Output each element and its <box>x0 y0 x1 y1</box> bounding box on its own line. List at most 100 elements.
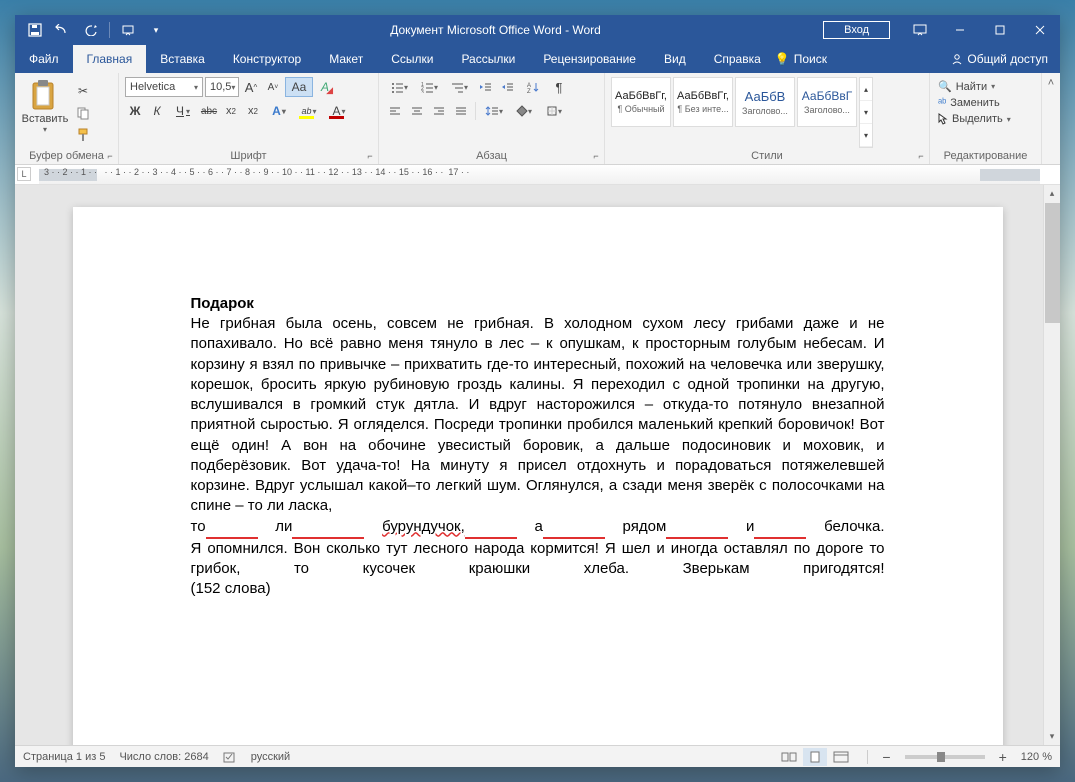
format-painter-icon[interactable] <box>73 125 93 145</box>
language-indicator[interactable]: русский <box>251 751 290 763</box>
share-button[interactable]: Общий доступ <box>951 52 1048 66</box>
save-icon[interactable] <box>23 18 47 42</box>
word-count[interactable]: Число слов: 2684 <box>119 751 208 763</box>
share-label: Общий доступ <box>967 52 1048 66</box>
zoom-out-icon[interactable]: − <box>882 749 890 765</box>
cut-icon[interactable]: ✂ <box>73 81 93 101</box>
document-area[interactable]: Подарок Не грибная была осень, совсем не… <box>15 185 1060 745</box>
strike-button[interactable]: abc <box>199 101 219 121</box>
tab-layout[interactable]: Макет <box>315 45 377 73</box>
superscript-button[interactable]: x2 <box>243 101 263 121</box>
tab-references[interactable]: Ссылки <box>377 45 447 73</box>
minimize-button[interactable] <box>940 15 980 45</box>
close-button[interactable] <box>1020 15 1060 45</box>
search-icon: 🔍 <box>938 80 952 93</box>
font-name-select[interactable]: Helvetica▾ <box>125 77 203 97</box>
align-center-icon[interactable] <box>407 101 427 121</box>
ribbon-options-icon[interactable] <box>900 15 940 45</box>
clipboard-dialog-icon[interactable]: ⌐ <box>104 150 116 162</box>
tab-help[interactable]: Справка <box>700 45 775 73</box>
tab-insert[interactable]: Вставка <box>146 45 219 73</box>
bullets-button[interactable]: ▾ <box>385 77 413 97</box>
tab-review[interactable]: Рецензирование <box>529 45 650 73</box>
tab-view[interactable]: Вид <box>650 45 700 73</box>
svg-text:Z: Z <box>527 89 531 93</box>
login-button[interactable]: Вход <box>823 21 890 39</box>
tab-mailings[interactable]: Рассылки <box>447 45 529 73</box>
shading-button[interactable]: ▾ <box>510 101 538 121</box>
style-heading1[interactable]: АаБбВЗаголово... <box>735 77 795 127</box>
multilevel-button[interactable]: ▾ <box>445 77 473 97</box>
doc-body: Не грибная была осень, совсем не грибная… <box>191 314 885 600</box>
clipboard-icon <box>29 79 61 111</box>
align-left-icon[interactable] <box>385 101 405 121</box>
font-size-select[interactable]: 10,5▾ <box>205 77 239 97</box>
numbering-button[interactable]: 123▾ <box>415 77 443 97</box>
font-color-button[interactable]: A▾ <box>325 101 353 121</box>
style-heading2[interactable]: АаБбВвГЗаголово... <box>797 77 857 127</box>
font-group-label: Шрифт <box>125 148 372 162</box>
qa-custom-icon[interactable] <box>116 18 140 42</box>
styles-scroll[interactable]: ▴▾▾ <box>859 77 873 148</box>
page[interactable]: Подарок Не грибная была осень, совсем не… <box>73 207 1003 745</box>
page-indicator[interactable]: Страница 1 из 5 <box>23 751 105 763</box>
maximize-button[interactable] <box>980 15 1020 45</box>
bold-button[interactable]: Ж <box>125 101 145 121</box>
ruler[interactable]: L 3 · · 2 · · 1 · · · · 1 · · 2 · · 3 · … <box>15 165 1060 185</box>
tell-me[interactable]: 💡 Поиск <box>775 45 827 73</box>
scroll-thumb[interactable] <box>1045 203 1060 323</box>
zoom-in-icon[interactable]: + <box>999 749 1007 765</box>
paragraph-dialog-icon[interactable]: ⌐ <box>590 150 602 162</box>
word-ryadom: рядом <box>623 518 667 535</box>
tab-design[interactable]: Конструктор <box>219 45 315 73</box>
style-sample: АаБбВвГг, <box>677 90 729 102</box>
scrollbar-vertical[interactable]: ▴ ▾ <box>1043 185 1060 745</box>
styles-dialog-icon[interactable]: ⌐ <box>915 150 927 162</box>
read-mode-icon[interactable] <box>777 748 801 766</box>
find-button[interactable]: 🔍Найти▾ <box>936 79 1035 94</box>
zoom-slider[interactable] <box>905 755 985 759</box>
paste-button[interactable]: Вставить ▾ <box>21 77 69 148</box>
style-name: ¶ Без инте... <box>676 104 730 114</box>
scroll-down-icon[interactable]: ▾ <box>1044 728 1060 745</box>
inc-indent-icon[interactable] <box>497 77 517 97</box>
grow-font-icon[interactable]: A^ <box>241 77 261 97</box>
change-case-button[interactable]: Aa <box>285 77 313 97</box>
line-spacing-button[interactable]: ▾ <box>480 101 508 121</box>
proofing-icon[interactable] <box>223 750 237 764</box>
italic-button[interactable]: К <box>147 101 167 121</box>
cursor-icon <box>938 113 948 125</box>
replace-button[interactable]: ᵃᵇЗаменить <box>936 96 1035 110</box>
select-button[interactable]: Выделить▾ <box>936 112 1035 126</box>
style-sample: АаБбВвГ <box>802 89 852 103</box>
clear-format-icon[interactable]: A◢ <box>315 77 335 97</box>
subscript-button[interactable]: x2 <box>221 101 241 121</box>
font-dialog-icon[interactable]: ⌐ <box>364 150 376 162</box>
align-justify-icon[interactable] <box>451 101 471 121</box>
body-text2: Я опомнился. Вон сколько тут лесного нар… <box>191 539 885 580</box>
underline-button[interactable]: Ч▾ <box>169 101 197 121</box>
qa-dropdown-icon[interactable]: ▾ <box>144 18 168 42</box>
tab-file[interactable]: Файл <box>15 45 73 73</box>
collapse-ribbon-icon[interactable]: ˄ <box>1048 77 1054 89</box>
tab-home[interactable]: Главная <box>73 45 147 73</box>
borders-button[interactable]: ▾ <box>540 101 568 121</box>
highlight-button[interactable]: ab▾ <box>295 101 323 121</box>
ruler-corner[interactable]: L <box>17 167 31 181</box>
print-layout-icon[interactable] <box>803 748 827 766</box>
sort-button[interactable]: AZ <box>519 77 547 97</box>
undo-icon[interactable] <box>51 18 75 42</box>
shrink-font-icon[interactable]: A˅ <box>263 77 283 97</box>
text-effects-button[interactable]: A▾ <box>265 101 293 121</box>
align-right-icon[interactable] <box>429 101 449 121</box>
word-burunduchok: бурундучок, <box>382 518 465 535</box>
copy-icon[interactable] <box>73 103 93 123</box>
style-normal[interactable]: АаБбВвГг,¶ Обычный <box>611 77 671 127</box>
scroll-up-icon[interactable]: ▴ <box>1044 185 1060 202</box>
show-marks-icon[interactable]: ¶ <box>549 77 569 97</box>
zoom-level[interactable]: 120 % <box>1021 751 1052 763</box>
web-layout-icon[interactable] <box>829 748 853 766</box>
dec-indent-icon[interactable] <box>475 77 495 97</box>
style-nospacing[interactable]: АаБбВвГг, ¶ Без инте... <box>673 77 733 127</box>
redo-icon[interactable] <box>79 18 103 42</box>
